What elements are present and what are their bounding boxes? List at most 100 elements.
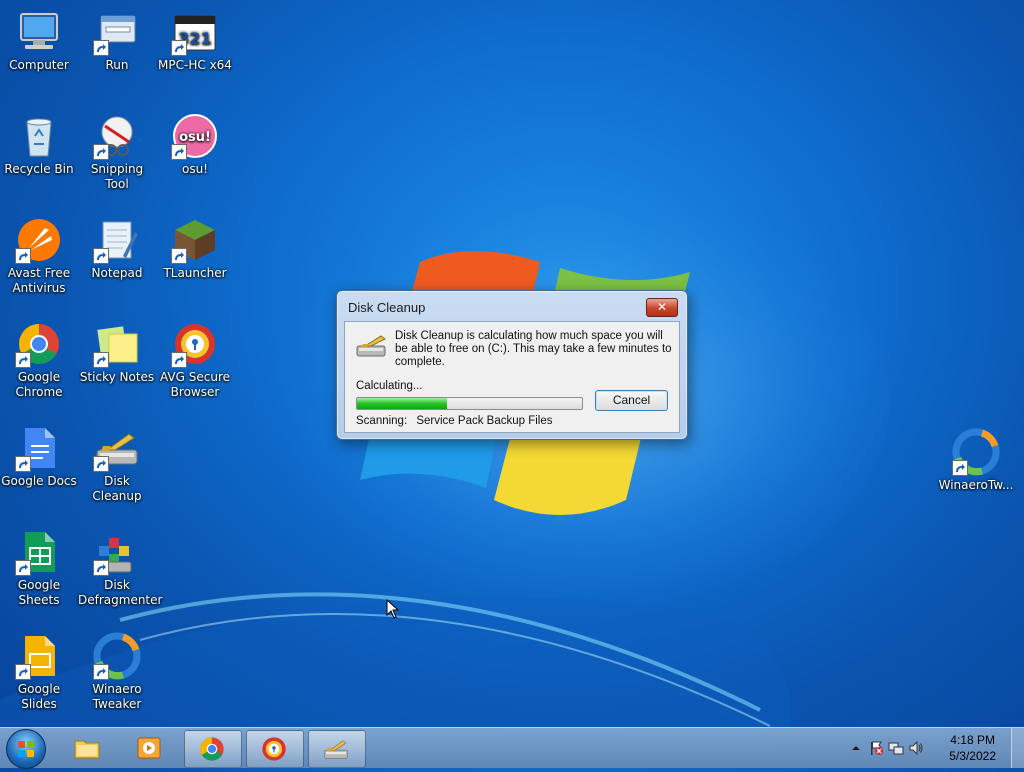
volume-icon[interactable]: [908, 740, 924, 756]
desktop-icon-computer[interactable]: Computer: [0, 8, 78, 73]
dialog-body: Disk Cleanup is calculating how much spa…: [344, 321, 680, 433]
desktop-icon-google-sheets[interactable]: Google Sheets: [0, 528, 78, 608]
network-icon[interactable]: [888, 740, 904, 756]
action-center-flag-icon[interactable]: [868, 740, 884, 756]
desktop-icon-label: AVG Secure Browser: [159, 370, 231, 399]
desktop-icon-label: Run: [105, 58, 129, 72]
disk-cleanup-dialog: Disk Cleanup ✕ Disk Cleanup is calculati…: [336, 290, 688, 440]
system-tray: 4:18 PM 5/3/2022: [834, 728, 1024, 768]
dialog-message: Disk Cleanup is calculating how much spa…: [395, 330, 672, 368]
desktop-icon-run[interactable]: Run: [78, 8, 156, 73]
shortcut-arrow-icon: [171, 40, 187, 56]
desktop-icon-avast-free-antivirus[interactable]: Avast Free Antivirus: [0, 216, 78, 296]
clock-time: 4:18 PM: [950, 733, 995, 747]
desktop-icon-label: Google Sheets: [17, 578, 61, 607]
sticky-notes-icon: [93, 320, 141, 368]
desktop-icon-label: Sticky Notes: [79, 370, 155, 384]
desktop-icon-label: TLauncher: [163, 266, 227, 280]
desktop-icon-disk-cleanup[interactable]: Disk Cleanup: [78, 424, 156, 504]
taskbar-item-windows-explorer[interactable]: [60, 730, 116, 766]
shortcut-arrow-icon: [15, 664, 31, 680]
desktop-icon-label: Google Chrome: [15, 370, 63, 399]
notepad-icon: [93, 216, 141, 264]
desktop-icon-label: Computer: [9, 58, 69, 72]
show-hidden-icons-icon[interactable]: [848, 740, 864, 756]
progress-bar: [356, 397, 583, 410]
svg-text:osu!: osu!: [179, 130, 211, 145]
shortcut-arrow-icon: [93, 144, 109, 160]
winaero-icon: [952, 428, 1000, 476]
osu-icon: osu!: [171, 112, 219, 160]
taskbar: 4:18 PM 5/3/2022: [0, 727, 1024, 769]
desktop-icon-label: Google Docs: [1, 474, 77, 488]
taskbar-item-media-player[interactable]: [122, 730, 178, 766]
progress-fill: [357, 398, 447, 409]
taskbar-item-disk-cleanup[interactable]: [308, 730, 366, 768]
shortcut-arrow-icon: [93, 352, 109, 368]
shortcut-arrow-icon: [15, 352, 31, 368]
shortcut-arrow-icon: [15, 456, 31, 472]
google-sheets-icon: [15, 528, 63, 576]
shortcut-arrow-icon: [171, 144, 187, 160]
desktop-icon-sticky-notes[interactable]: Sticky Notes: [78, 320, 156, 385]
google-docs-icon: [15, 424, 63, 472]
desktop-icon-google-slides[interactable]: Google Slides: [0, 632, 78, 712]
desktop-icon-recycle-bin[interactable]: Recycle Bin: [0, 112, 78, 177]
desktop-icon-mpc-hc-x64[interactable]: 321 MPC-HC x64: [156, 8, 234, 73]
scanning-row: Scanning: Service Pack Backup Files: [356, 415, 553, 427]
shortcut-arrow-icon: [93, 560, 109, 576]
mpc-hc-icon: 321: [171, 8, 219, 56]
desktop-icon-notepad[interactable]: Notepad: [78, 216, 156, 281]
shortcut-arrow-icon: [171, 248, 187, 264]
desktop-icon-label: osu!: [181, 162, 208, 176]
snipping-tool-icon: [93, 112, 141, 160]
run-icon: [93, 8, 141, 56]
desktop-icon-snipping-tool[interactable]: Snipping Tool: [78, 112, 156, 192]
desktop-icon-label: Disk Defragmenter: [78, 578, 163, 607]
desktop-icon-disk-defragmenter[interactable]: Disk Defragmenter: [78, 528, 163, 608]
start-button[interactable]: [6, 729, 46, 769]
desktop-icon-label: Snipping Tool: [90, 162, 144, 191]
desktop-icon-label: Winaero Tweaker: [92, 682, 142, 711]
clock[interactable]: 4:18 PM 5/3/2022: [949, 732, 996, 764]
desktop-icon-label: Avast Free Antivirus: [7, 266, 71, 295]
shortcut-arrow-icon: [93, 40, 109, 56]
disk-cleanup-icon: [356, 335, 386, 357]
disk-cleanup-icon: [93, 424, 141, 472]
desktop-icon-label: WinaeroTw...: [938, 478, 1014, 492]
close-button[interactable]: ✕: [646, 298, 678, 317]
shortcut-arrow-icon: [93, 248, 109, 264]
recycle-bin-icon: [15, 112, 63, 160]
desktop-icon-label: MPC-HC x64: [158, 58, 232, 72]
shortcut-arrow-icon: [15, 560, 31, 576]
desktop-icon-label: Disk Cleanup: [92, 474, 142, 503]
desktop-icon-winaero-tweaker[interactable]: Winaero Tweaker: [78, 632, 156, 712]
shortcut-arrow-icon: [93, 456, 109, 472]
mouse-cursor-icon: [386, 599, 400, 619]
taskbar-item-avg-secure-browser[interactable]: [246, 730, 304, 768]
desktop-icon-tlauncher[interactable]: TLauncher: [156, 216, 234, 281]
avg-browser-icon: [171, 320, 219, 368]
desktop-icon-google-chrome[interactable]: Google Chrome: [0, 320, 78, 400]
shortcut-arrow-icon: [15, 248, 31, 264]
shortcut-arrow-icon: [952, 460, 968, 476]
desktop-icon-winaerotw[interactable]: WinaeroTw...: [937, 428, 1015, 493]
dialog-title: Disk Cleanup: [348, 300, 426, 315]
windows-logo-icon: [18, 741, 34, 757]
shortcut-arrow-icon: [93, 664, 109, 680]
desktop-icon-label: Recycle Bin: [4, 162, 74, 176]
show-desktop-button[interactable]: [1011, 728, 1024, 768]
desktop-icon-google-docs[interactable]: Google Docs: [0, 424, 78, 489]
desktop-icon-osu[interactable]: osu! osu!: [156, 112, 234, 177]
shortcut-arrow-icon: [171, 352, 187, 368]
desktop-icon-avg-secure-browser[interactable]: AVG Secure Browser: [156, 320, 234, 400]
desktop-icon-label: Google Slides: [17, 682, 61, 711]
scanning-label: Scanning:: [356, 415, 408, 427]
scanning-item: Service Pack Backup Files: [416, 415, 553, 427]
avast-icon: [15, 216, 63, 264]
calculating-label: Calculating...: [356, 380, 423, 392]
clock-date: 5/3/2022: [949, 749, 996, 763]
cancel-button[interactable]: Cancel: [595, 390, 668, 411]
taskbar-item-google-chrome[interactable]: [184, 730, 242, 768]
google-slides-icon: [15, 632, 63, 680]
